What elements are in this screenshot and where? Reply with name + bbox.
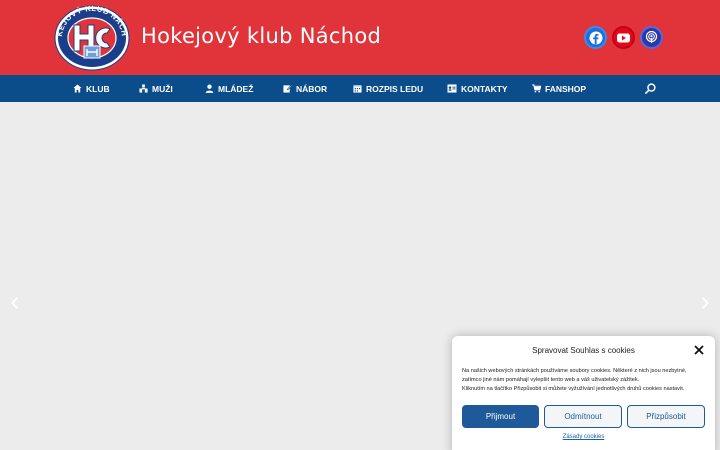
contact-card-icon: [447, 84, 457, 93]
deny-button[interactable]: Odmítnout: [544, 405, 622, 428]
nav-label: KONTAKTY: [461, 83, 508, 94]
nav-label: MLÁDEŽ: [218, 83, 254, 94]
youtube-icon: [617, 33, 630, 42]
cookie-title: Spravovat Souhlas s cookies: [532, 346, 635, 355]
user-icon: [205, 84, 214, 93]
nav-label: FANSHOP: [545, 83, 587, 94]
chevron-left-icon[interactable]: [10, 296, 20, 310]
main-navigation: KLUB MUŽI MLÁDEŽ NÁBOR ROZPIS LEDU KONTA…: [0, 75, 720, 102]
nav-item-mladez[interactable]: MLÁDEŽ: [205, 75, 253, 102]
site-header: HOKEJOVÝ KLUB NÁCHOD Hokejový klub Nácho…: [0, 0, 720, 75]
site-title[interactable]: Hokejový klub Náchod: [141, 24, 381, 48]
nav-label: ROZPIS LEDU: [366, 83, 424, 94]
edit-icon: [283, 84, 292, 93]
nav-label: MUŽI: [152, 83, 173, 94]
youtube-link[interactable]: [612, 26, 635, 49]
cookie-description: Na našich webových stránkách používáme s…: [462, 367, 710, 395]
home-icon: [73, 84, 82, 93]
facebook-link[interactable]: [584, 26, 607, 49]
podcast-icon: [645, 31, 658, 43]
cookie-text-line: zatímco jiné nám pomáhají vylepšit tento…: [462, 377, 640, 384]
cookie-text-line: Na našich webových stránkách používáme s…: [462, 368, 687, 374]
facebook-icon: [589, 31, 602, 44]
podcast-link[interactable]: [640, 26, 663, 49]
nav-item-kontakty[interactable]: KONTAKTY: [447, 75, 508, 102]
club-logo[interactable]: HOKEJOVÝ KLUB NÁCHOD: [54, 5, 130, 71]
nav-item-muzi[interactable]: MUŽI: [139, 75, 173, 102]
team-icon: [139, 84, 148, 93]
chevron-right-icon[interactable]: [700, 296, 710, 310]
cart-icon: [532, 84, 541, 93]
cookie-policy-link[interactable]: Zásady cookies: [452, 434, 715, 440]
nav-label: NÁBOR: [296, 83, 328, 94]
nav-item-klub[interactable]: KLUB: [73, 75, 110, 102]
accept-button[interactable]: Přijmout: [462, 405, 539, 428]
search-icon[interactable]: [645, 83, 656, 94]
nav-item-nabor[interactable]: NÁBOR: [283, 75, 327, 102]
nav-label: KLUB: [86, 83, 110, 94]
calendar-icon: [353, 85, 362, 93]
nav-item-rozpis-ledu[interactable]: ROZPIS LEDU: [353, 75, 423, 102]
customize-button[interactable]: Přizpůsobit: [627, 405, 705, 428]
nav-item-fanshop[interactable]: FANSHOP: [532, 75, 586, 102]
cookie-consent-dialog: Spravovat Souhlas s cookies Na našich we…: [452, 336, 715, 450]
cookie-text-line: Kliknutím na tlačítko Přizpůsobit si můž…: [462, 386, 685, 393]
close-icon[interactable]: [694, 345, 704, 355]
